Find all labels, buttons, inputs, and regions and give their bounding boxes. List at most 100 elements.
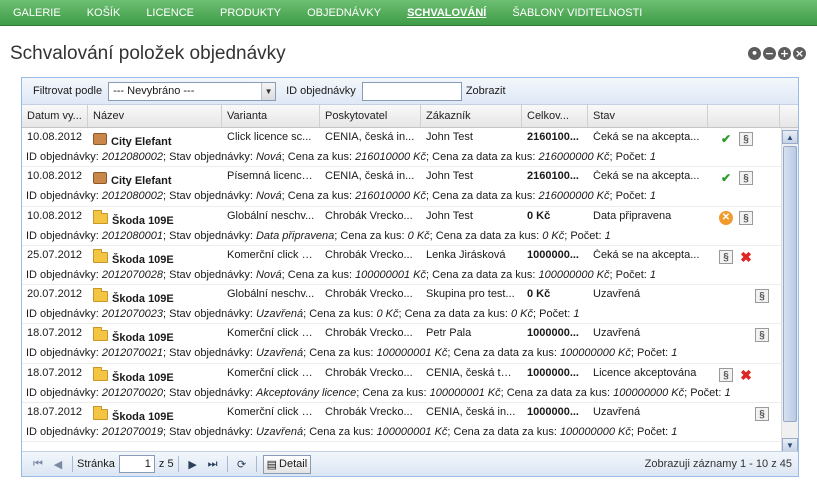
- folder-icon: [93, 366, 108, 381]
- detail-label: Počet:: [637, 426, 669, 439]
- approval-panel: Filtrovat podle --- Nevybráno --- ▼ ID o…: [21, 77, 799, 477]
- column-header[interactable]: Název: [88, 105, 222, 127]
- cell-provider: Chrobák Vrecko...: [325, 366, 413, 379]
- first-page-icon[interactable]: ⏮: [28, 458, 48, 471]
- detail-value: Nová: [255, 190, 282, 203]
- filter-select[interactable]: --- Nevybráno --- ▼: [108, 81, 277, 101]
- prev-page-icon[interactable]: ◀: [48, 458, 68, 471]
- more-icon[interactable]: •: [748, 47, 761, 60]
- cell-name: Škoda 109E: [88, 248, 222, 265]
- detail-value: 216000000 Kč: [538, 190, 610, 203]
- cell-date: 10.08.2012: [27, 209, 83, 222]
- chevron-down-icon[interactable]: ▼: [261, 82, 276, 100]
- cell-status: Data připravena: [593, 209, 672, 222]
- detail-value: 100000001 Kč: [355, 268, 427, 281]
- detail-label: Počet:: [690, 386, 722, 399]
- column-header[interactable]: Stav: [588, 105, 708, 127]
- row-actions: ✔ §: [719, 171, 753, 186]
- table-row[interactable]: 10.08.2012 City Elefant Písemná licence...…: [22, 167, 782, 207]
- scroll-thumb[interactable]: [783, 146, 797, 422]
- cancel-icon[interactable]: ✕: [719, 210, 733, 225]
- order-id-input[interactable]: [361, 81, 462, 101]
- column-header-actions: [708, 105, 780, 127]
- detail-value: 216010000 Kč: [355, 151, 427, 163]
- cell-provider: Chrobák Vrecko...: [325, 406, 413, 419]
- cell-provider: CENIA, česká in...: [325, 131, 415, 143]
- vertical-scrollbar[interactable]: ▲ ▼: [781, 128, 798, 454]
- grid-header: Datum vy... Název Varianta Poskytovatel Záka…: [22, 105, 798, 128]
- detail-value: 100000000 Kč: [559, 347, 631, 360]
- paragraph-reject-icon[interactable]: §: [739, 132, 753, 146]
- nav-item[interactable]: SCHVALOVÁNÍ: [394, 7, 499, 19]
- paragraph-icon[interactable]: §: [755, 407, 769, 422]
- detail-value: 1: [573, 308, 580, 321]
- paragraph-icon[interactable]: §: [755, 289, 769, 304]
- detail-value: 0 Kč: [542, 229, 565, 242]
- scroll-up-icon[interactable]: ▲: [782, 130, 798, 144]
- cell-variant: Komerční click li...: [227, 366, 316, 379]
- table-row[interactable]: 20.07.2012 Škoda 109E Globální neschv... Ch…: [22, 285, 782, 325]
- grid-body: 10.08.2012 City Elefant Click licence sc..…: [22, 128, 798, 454]
- nav-item[interactable]: OBJEDNÁVKY: [294, 7, 394, 19]
- page-input[interactable]: 1: [118, 455, 155, 473]
- detail-label: Počet:: [615, 151, 647, 163]
- column-header[interactable]: Varianta: [222, 105, 320, 127]
- column-header[interactable]: Datum vy...: [22, 105, 88, 127]
- close-icon[interactable]: ×: [793, 47, 806, 60]
- reject-icon[interactable]: ✖: [739, 250, 753, 264]
- approve-icon[interactable]: ✔: [719, 171, 733, 185]
- detail-value: 216000000 Kč: [538, 151, 610, 163]
- cell-total: 1000000...: [527, 366, 579, 379]
- row-actions: § ✖: [719, 367, 753, 382]
- separator: [72, 456, 73, 472]
- table-row[interactable]: 25.07.2012 Škoda 109E Komerční click li...…: [22, 246, 782, 286]
- detail-label: ID objednávky:: [26, 347, 99, 360]
- detail-value: 2012080002: [101, 190, 164, 203]
- table-row[interactable]: 10.08.2012 Škoda 109E Globální neschv... Ch…: [22, 207, 782, 246]
- row-actions: §: [755, 407, 769, 422]
- detail-label: Cena za data za kus:: [453, 347, 557, 360]
- box-icon: [93, 172, 107, 185]
- cell-status: Uzavřená: [593, 406, 641, 419]
- detail-button[interactable]: ▤ Detail: [262, 454, 312, 474]
- column-header[interactable]: Celkov...: [522, 105, 588, 127]
- reject-icon[interactable]: ✖: [739, 368, 753, 382]
- column-header[interactable]: Poskytovatel: [320, 105, 421, 127]
- approve-icon[interactable]: ✔: [719, 132, 733, 146]
- paragraph-icon[interactable]: §: [739, 210, 753, 225]
- minimize-icon[interactable]: −: [763, 47, 776, 60]
- table-row[interactable]: 18.07.2012 Škoda 109E Komerční click li...…: [22, 403, 782, 443]
- detail-value: 2012070023: [101, 308, 164, 321]
- row-actions: §: [755, 289, 769, 304]
- table-row[interactable]: 18.07.2012 Škoda 109E Komerční click li...…: [22, 364, 782, 404]
- detail-label: Cena za kus:: [340, 229, 405, 242]
- cell-provider: Chrobák Vrecko...: [325, 248, 413, 261]
- next-page-icon[interactable]: ▶: [183, 458, 203, 471]
- detail-value: 0 Kč: [376, 308, 399, 321]
- last-page-icon[interactable]: ⏭: [203, 458, 223, 471]
- paragraph-icon[interactable]: §: [719, 367, 733, 382]
- cell-provider: Chrobák Vrecko...: [325, 288, 413, 301]
- detail-value: Uzavřená: [255, 347, 304, 360]
- detail-value: 100000001 Kč: [429, 386, 501, 399]
- paragraph-icon[interactable]: §: [719, 249, 733, 264]
- nav-item[interactable]: LICENCE: [133, 7, 207, 19]
- cell-date: 25.07.2012: [27, 248, 83, 261]
- column-header[interactable]: Zákazník: [421, 105, 522, 127]
- nav-item[interactable]: GALERIE: [0, 7, 74, 19]
- nav-item[interactable]: PRODUKTY: [207, 7, 294, 19]
- cell-variant: Globální neschv...: [227, 209, 315, 222]
- refresh-icon[interactable]: ⟳: [232, 458, 252, 471]
- nav-item[interactable]: KOŠÍK: [74, 7, 134, 19]
- table-row[interactable]: 18.07.2012 Škoda 109E Komerční click li...…: [22, 324, 782, 364]
- detail-label: Stav objednávky:: [169, 268, 253, 281]
- detail-label: Stav objednávky:: [169, 347, 253, 360]
- scroll-down-icon[interactable]: ▼: [782, 438, 798, 452]
- table-row[interactable]: 10.08.2012 City Elefant Click licence sc..…: [22, 128, 782, 168]
- paragraph-reject-icon[interactable]: §: [739, 171, 753, 186]
- detail-value: Data připravena: [255, 229, 335, 242]
- show-button[interactable]: Zobrazit: [466, 85, 506, 97]
- paragraph-icon[interactable]: §: [755, 328, 769, 343]
- add-icon[interactable]: +: [778, 47, 791, 60]
- nav-item[interactable]: ŠABLONY VIDITELNOSTI: [499, 7, 655, 19]
